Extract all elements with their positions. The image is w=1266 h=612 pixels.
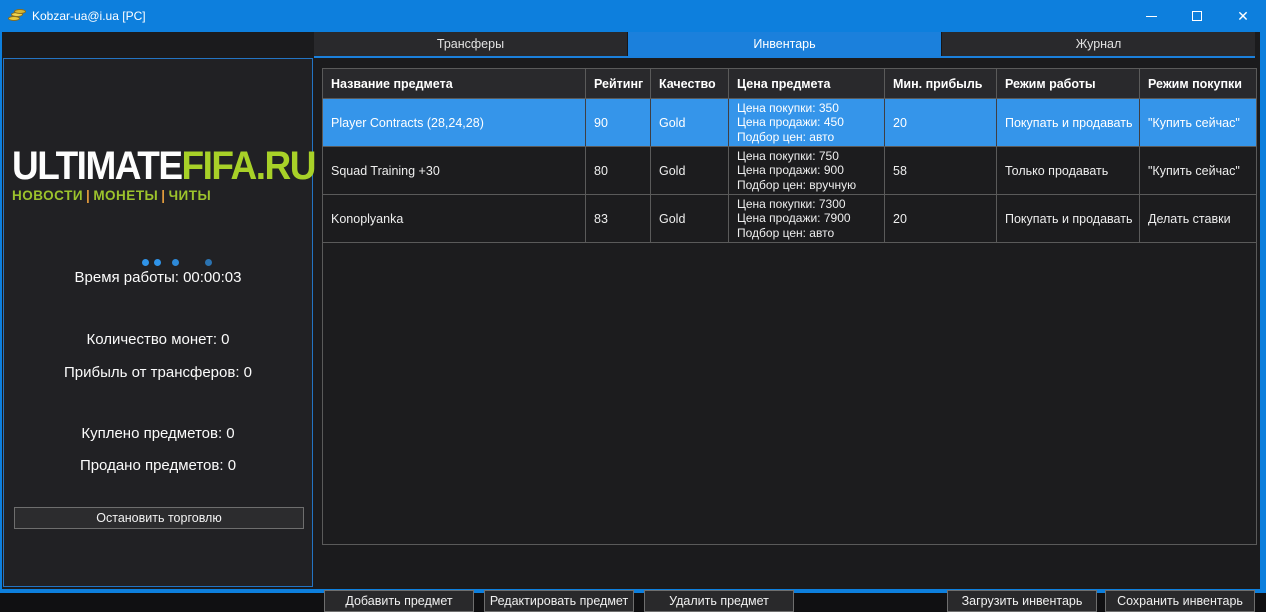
logo-subtitle-separator: | [158,188,168,203]
header-min-profit[interactable]: Мин. прибыль [885,69,997,98]
table-row[interactable]: Player Contracts (28,24,28) 90 Gold Цена… [323,99,1256,147]
transfer-profit-stat: Прибыль от трансферов: 0 [4,364,312,381]
cell-min-profit: 20 [885,99,997,146]
price-buy-line: Цена покупки: 750 [737,149,839,164]
maximize-icon [1192,11,1202,21]
cell-min-profit: 20 [885,195,997,242]
price-sell-line: Цена продажи: 7900 [737,211,851,226]
logo: ULTIMATEFIFA.RU НОВОСТИ|МОНЕТЫ|ЧИТЫ [12,147,308,203]
bought-items-stat: Куплено предметов: 0 [4,425,312,442]
maximize-button[interactable] [1174,0,1220,32]
loading-dots [4,259,314,267]
table-row[interactable]: Konoplyanka 83 Gold Цена покупки: 7300 Ц… [323,195,1256,243]
sold-items-stat: Продано предметов: 0 [4,457,312,474]
header-buy-mode[interactable]: Режим покупки [1140,69,1256,98]
cell-item-name: Player Contracts (28,24,28) [323,99,586,146]
cell-rating: 83 [586,195,651,242]
cell-quality: Gold [651,195,729,242]
cell-price: Цена покупки: 750 Цена продажи: 900 Подб… [729,147,885,194]
tab-inventory[interactable]: Инвентарь [628,32,942,56]
cell-price: Цена покупки: 350 Цена продажи: 450 Подб… [729,99,885,146]
price-mode-line: Подбор цен: вручную [737,178,856,193]
load-inventory-button[interactable]: Загрузить инвентарь [947,590,1097,612]
logo-subtitle: НОВОСТИ|МОНЕТЫ|ЧИТЫ [12,188,308,203]
price-buy-line: Цена покупки: 7300 [737,197,846,212]
header-work-mode[interactable]: Режим работы [997,69,1140,98]
cell-work-mode: Покупать и продавать [997,195,1140,242]
cell-price: Цена покупки: 7300 Цена продажи: 7900 По… [729,195,885,242]
tab-journal[interactable]: Журнал [942,32,1255,56]
cell-rating: 80 [586,147,651,194]
tab-transfers[interactable]: Трансферы [314,32,628,56]
price-mode-line: Подбор цен: авто [737,130,834,145]
logo-text-white: ULTIMATE [12,143,182,187]
app-body: Трансферы Инвентарь Журнал ULTIMATEFIFA.… [0,32,1266,593]
cell-buy-mode: Делать ставки [1140,195,1256,242]
cell-buy-mode: "Купить сейчас" [1140,147,1256,194]
loading-dot [172,259,179,266]
table-header-row: Название предмета Рейтинг Качество Цена … [323,69,1256,99]
delete-item-button[interactable]: Удалить предмет [644,590,794,612]
add-item-button[interactable]: Добавить предмет [324,590,474,612]
header-price[interactable]: Цена предмета [729,69,885,98]
close-button[interactable]: ✕ [1220,0,1266,32]
cell-min-profit: 58 [885,147,997,194]
loading-dot [154,259,161,266]
price-buy-line: Цена покупки: 350 [737,101,839,116]
logo-subtitle-separator: | [83,188,93,203]
coins-app-icon [8,9,26,23]
logo-subtitle-item: МОНЕТЫ [93,188,158,203]
cell-work-mode: Покупать и продавать [997,99,1140,146]
stop-trading-button[interactable]: Остановить торговлю [14,507,304,529]
coins-stat: Количество монет: 0 [4,331,312,348]
logo-text-green: FIFA.RU [182,143,315,187]
sidebar: ULTIMATEFIFA.RU НОВОСТИ|МОНЕТЫ|ЧИТЫ Врем… [3,58,313,587]
header-item-name[interactable]: Название предмета [323,69,586,98]
app-window: Kobzar-ua@i.ua [PC] ✕ Трансферы Инвентар… [0,0,1266,593]
cell-item-name: Konoplyanka [323,195,586,242]
cell-quality: Gold [651,99,729,146]
edit-item-button[interactable]: Редактировать предмет [484,590,634,612]
price-sell-line: Цена продажи: 450 [737,115,844,130]
header-quality[interactable]: Качество [651,69,729,98]
price-sell-line: Цена продажи: 900 [737,163,844,178]
uptime-stat: Время работы: 00:00:03 [4,269,312,286]
close-icon: ✕ [1237,9,1249,23]
minimize-button[interactable] [1128,0,1174,32]
loading-dot [142,259,149,266]
logo-subtitle-item: ЧИТЫ [169,188,212,203]
logo-subtitle-item: НОВОСТИ [12,188,83,203]
cell-buy-mode: "Купить сейчас" [1140,99,1256,146]
title-bar: Kobzar-ua@i.ua [PC] ✕ [0,0,1266,32]
cell-rating: 90 [586,99,651,146]
window-title: Kobzar-ua@i.ua [PC] [32,9,146,23]
inventory-table: Название предмета Рейтинг Качество Цена … [322,68,1257,545]
price-mode-line: Подбор цен: авто [737,226,834,241]
cell-item-name: Squad Training +30 [323,147,586,194]
minimize-icon [1146,16,1157,17]
table-row[interactable]: Squad Training +30 80 Gold Цена покупки:… [323,147,1256,195]
main-content: Название предмета Рейтинг Качество Цена … [318,58,1258,589]
header-rating[interactable]: Рейтинг [586,69,651,98]
save-inventory-button[interactable]: Сохранить инвентарь [1105,590,1255,612]
loading-dot [205,259,212,266]
cell-work-mode: Только продавать [997,147,1140,194]
cell-quality: Gold [651,147,729,194]
tab-strip: Трансферы Инвентарь Журнал [314,32,1255,58]
